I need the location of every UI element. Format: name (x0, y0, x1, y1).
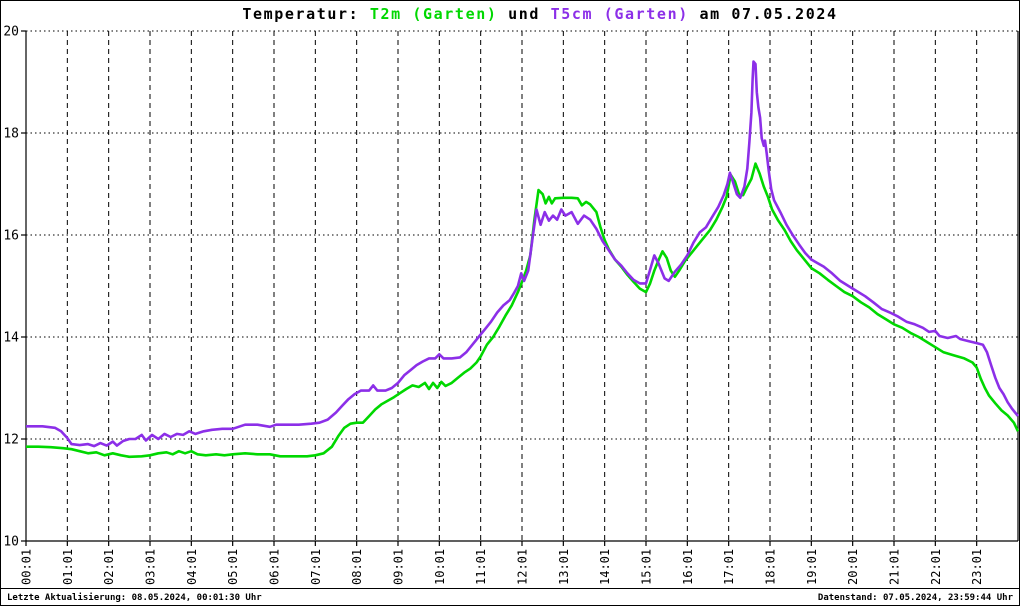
svg-text:10:01: 10:01 (433, 549, 447, 585)
svg-text:14: 14 (3, 331, 19, 346)
temperature-plot: 10 12 14 16 18 20 00:01 01:01 02:01 03:01 04:01 05:… (3, 25, 1019, 585)
svg-text:18:01: 18:01 (764, 549, 778, 585)
weather-chart-window: Temperatur: T2m (Garten) und T5cm (Garte… (0, 0, 1020, 606)
data-timestamp-text: Datenstand: 07.05.2024, 23:59:44 Uhr (817, 593, 1013, 603)
svg-text:11:01: 11:01 (474, 549, 488, 585)
svg-text:04:01: 04:01 (185, 549, 199, 585)
svg-text:14:01: 14:01 (598, 549, 612, 585)
svg-text:05:01: 05:01 (226, 549, 240, 585)
svg-text:20:01: 20:01 (846, 549, 860, 585)
last-update-text: Letzte Aktualisierung: 08.05.2024, 00:01… (7, 593, 262, 603)
svg-text:06:01: 06:01 (268, 549, 282, 585)
series-t5cm-garten- (26, 60, 1019, 448)
svg-text:00:01: 00:01 (20, 549, 34, 585)
svg-text:02:01: 02:01 (102, 549, 116, 585)
svg-text:22:01: 22:01 (929, 549, 943, 585)
svg-text:12:01: 12:01 (516, 549, 530, 585)
svg-text:07:01: 07:01 (309, 549, 323, 585)
svg-text:17:01: 17:01 (722, 549, 736, 585)
svg-text:16:01: 16:01 (681, 549, 695, 585)
footer-separator (1, 588, 1019, 589)
footer: Letzte Aktualisierung: 08.05.2024, 00:01… (7, 593, 1013, 603)
svg-text:13:01: 13:01 (557, 549, 571, 585)
svg-text:10: 10 (3, 535, 19, 550)
svg-text:12: 12 (3, 433, 19, 448)
svg-text:09:01: 09:01 (392, 549, 406, 585)
svg-text:23:01: 23:01 (970, 549, 984, 585)
svg-text:16: 16 (3, 229, 19, 244)
svg-text:20: 20 (3, 25, 19, 40)
svg-text:15:01: 15:01 (640, 549, 654, 585)
svg-text:18: 18 (3, 127, 19, 142)
svg-text:19:01: 19:01 (805, 549, 819, 585)
svg-text:01:01: 01:01 (61, 549, 75, 585)
svg-text:08:01: 08:01 (350, 549, 364, 585)
svg-text:03:01: 03:01 (144, 549, 158, 585)
svg-text:21:01: 21:01 (888, 549, 902, 585)
